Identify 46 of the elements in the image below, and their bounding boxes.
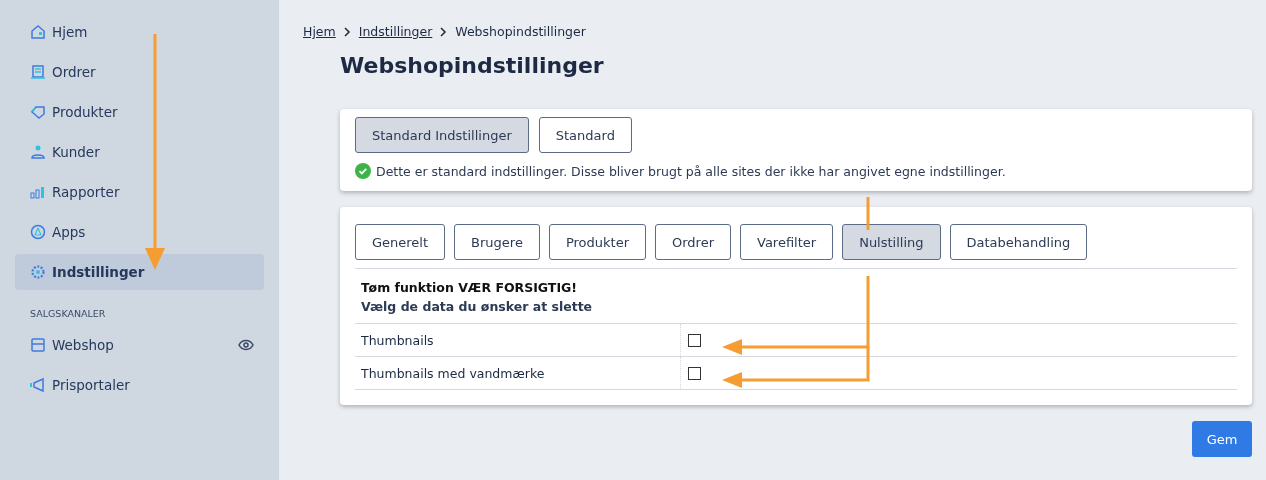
current-page-label: Webshopindstillinger (455, 24, 586, 39)
sidebar-label: Webshop (52, 337, 115, 353)
tag-icon (30, 104, 46, 120)
sidebar-label: Prisportaler (52, 377, 131, 393)
settings-tab[interactable]: Nulstilling (842, 224, 941, 260)
settings-tab[interactable]: Generelt (355, 224, 446, 260)
settings-tab[interactable]: Ordrer (655, 224, 731, 260)
chevron-icon (343, 26, 351, 37)
settings-tab[interactable]: Databehandling (949, 224, 1088, 260)
document-icon (30, 64, 46, 80)
page-title: Webshopindstillinger (340, 53, 605, 78)
user-icon (30, 144, 46, 160)
notice-text: Dette er standard indstillinger. Disse bliver brugt på alle sites der ikke har angivet egne indstillinger. (376, 163, 1006, 179)
settings-tab[interactable]: Varefilter (740, 224, 834, 260)
section-subtitle: Vælg de data du ønsker at slette (361, 298, 594, 316)
sidebar-item[interactable]: Apps (15, 214, 264, 250)
checkbox[interactable] (688, 333, 701, 347)
settings-tab[interactable]: Brugere (454, 224, 540, 260)
sidebar-item[interactable]: Indstillinger (15, 254, 264, 290)
row-label: Thumbnails (360, 331, 435, 350)
sidebar-item[interactable]: Webshop (15, 327, 264, 363)
check-circle-icon (355, 163, 371, 179)
sidebar-item[interactable]: Hjem (15, 14, 264, 50)
scope-tab[interactable]: Standard (538, 117, 632, 153)
sidebar-item[interactable]: Prisportaler (15, 367, 264, 403)
sidebar-item[interactable]: Rapporter (15, 174, 264, 210)
section-title: SALGSKANALER (29, 307, 107, 321)
megaphone-icon (30, 377, 46, 393)
row-label: Thumbnails med vandmærke (360, 364, 546, 383)
settings-tab[interactable]: Produkter (548, 224, 646, 260)
sidebar-item[interactable]: Ordrer (15, 54, 264, 90)
save-button[interactable]: Gem (1192, 421, 1252, 457)
eye-icon[interactable] (238, 339, 254, 351)
checkbox[interactable] (688, 366, 701, 380)
warning-heading: Tøm funktion VÆR FORSIGTIG! (361, 279, 578, 297)
breadcrumb-link[interactable]: Hjem (303, 24, 336, 39)
circle-icon (30, 224, 46, 240)
gear-icon (30, 264, 46, 280)
store-icon (30, 337, 46, 353)
breadcrumb-link[interactable]: Indstillinger (358, 24, 433, 39)
sidebar-item[interactable]: Produkter (15, 94, 264, 130)
bar-chart-icon (30, 184, 46, 200)
chevron-icon (440, 26, 448, 37)
house-icon (30, 24, 46, 40)
sidebar-item[interactable]: Kunder (15, 134, 264, 170)
scope-tab[interactable]: Standard Indstillinger (355, 117, 529, 153)
